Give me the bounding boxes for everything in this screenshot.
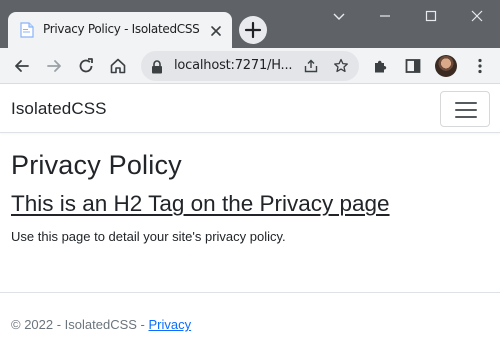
address-bar[interactable]: localhost:7271/H... — [141, 51, 359, 81]
footer-text: © 2022 - IsolatedCSS - Privacy — [11, 317, 191, 332]
page-subheading: This is an H2 Tag on the Privacy page — [11, 191, 390, 216]
footer-copyright: © 2022 - IsolatedCSS - — [11, 317, 149, 332]
plus-icon — [239, 21, 267, 48]
address-text[interactable]: localhost:7271/H... — [174, 58, 300, 73]
lock-icon[interactable] — [151, 59, 163, 74]
reload-icon[interactable] — [76, 56, 96, 76]
browser-toolbar: localhost:7271/H... — [0, 48, 500, 84]
arrow-left-icon[interactable] — [12, 56, 32, 76]
kebab-menu-icon[interactable] — [470, 56, 490, 76]
page-description: Use this page to detail your site's priv… — [11, 229, 286, 244]
chevron-down-icon[interactable] — [328, 6, 350, 26]
arrow-right-icon[interactable] — [44, 56, 64, 76]
minimize-icon[interactable] — [374, 6, 396, 26]
new-tab-button[interactable] — [239, 16, 267, 44]
close-icon[interactable] — [209, 23, 223, 37]
sidepanel-icon[interactable] — [403, 56, 423, 76]
page-icon — [20, 22, 34, 38]
star-icon[interactable] — [333, 58, 349, 74]
close-icon[interactable] — [466, 6, 488, 26]
web-page: IsolatedCSS Privacy Policy This is an H2… — [0, 85, 500, 354]
page-title: Privacy Policy — [11, 150, 182, 180]
browser-tab-strip: Privacy Policy - IsolatedCSS — [0, 0, 500, 48]
home-icon[interactable] — [108, 56, 128, 76]
footer-privacy-link[interactable]: Privacy — [148, 317, 191, 332]
navbar-toggler-button[interactable] — [440, 91, 490, 127]
main-content: Privacy Policy This is an H2 Tag on the … — [11, 149, 491, 246]
site-navbar: IsolatedCSS — [0, 85, 500, 133]
tab-title: Privacy Policy - IsolatedCSS — [43, 22, 200, 36]
puzzle-icon[interactable] — [371, 56, 391, 76]
avatar[interactable] — [435, 55, 457, 77]
browser-tab[interactable]: Privacy Policy - IsolatedCSS — [8, 12, 232, 48]
maximize-icon[interactable] — [420, 6, 442, 26]
navbar-brand[interactable]: IsolatedCSS — [11, 99, 107, 119]
site-footer: © 2022 - IsolatedCSS - Privacy — [0, 292, 500, 354]
share-icon[interactable] — [303, 58, 319, 74]
